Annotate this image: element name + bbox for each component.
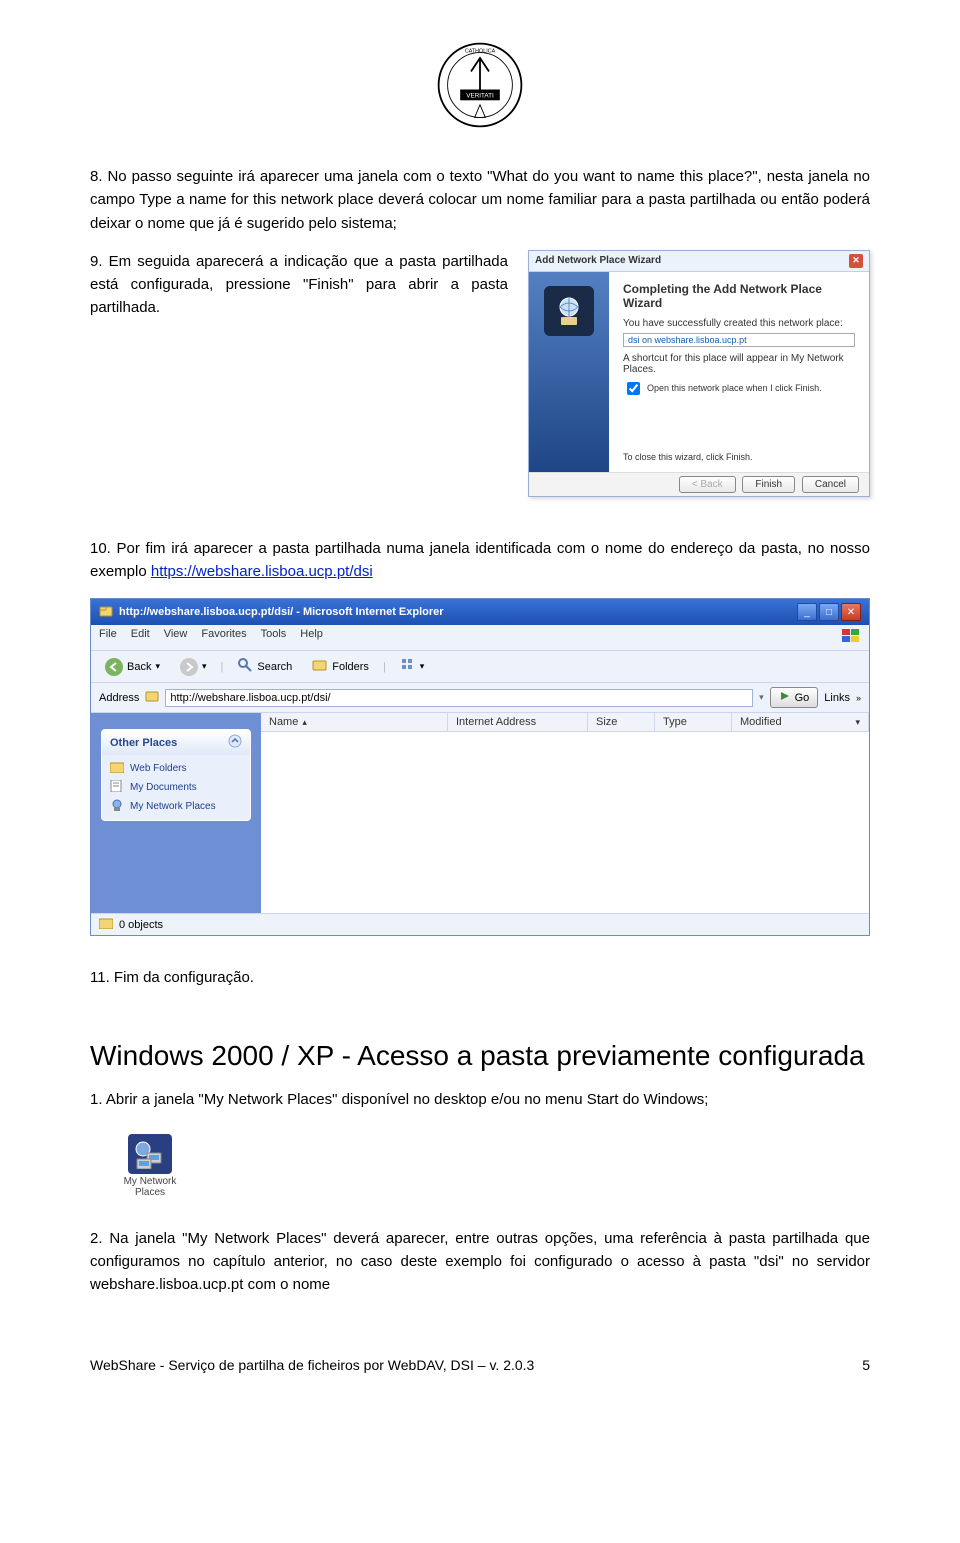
status-text: 0 objects [119, 919, 163, 931]
wizard-sidebar [529, 272, 609, 472]
chevron-down-icon: ▾ [420, 661, 425, 672]
network-places-icon [128, 1134, 172, 1174]
close-icon[interactable]: ✕ [841, 603, 861, 621]
svg-text:VERITATI: VERITATI [466, 93, 494, 100]
menu-view[interactable]: View [164, 628, 188, 647]
step-9-text: 9. Em seguida aparecerá a indicação que … [90, 250, 508, 320]
back-arrow-icon [105, 658, 123, 676]
wizard-heading: Completing the Add Network Place Wizard [623, 282, 855, 310]
step-2b-text: 2. Na janela "My Network Places" deverá … [90, 1227, 870, 1297]
wizard-close-hint: To close this wizard, click Finish. [623, 452, 855, 462]
back-button[interactable]: < Back [679, 476, 736, 493]
cancel-button[interactable]: Cancel [802, 476, 859, 493]
search-button[interactable]: Search [231, 655, 298, 678]
close-icon[interactable]: ✕ [849, 254, 863, 268]
address-input[interactable] [165, 689, 753, 707]
desktop-icon-label: My Network Places [120, 1176, 180, 1198]
finish-button[interactable]: Finish [742, 476, 795, 493]
search-icon [237, 657, 253, 676]
column-headers: Name ▴ Internet Address Size Type Modifi… [261, 713, 869, 732]
menu-tools[interactable]: Tools [261, 628, 287, 647]
col-modified[interactable]: Modified ▾ [732, 713, 869, 731]
expand-icon[interactable]: » [856, 693, 861, 703]
panel-title: Other Places [110, 737, 177, 749]
my-network-places-desktop-icon[interactable]: My Network Places [120, 1134, 180, 1198]
col-size[interactable]: Size [588, 713, 655, 731]
page-number: 5 [862, 1357, 870, 1373]
folder-icon [110, 761, 124, 776]
wizard-titlebar: Add Network Place Wizard [535, 255, 661, 266]
internet-explorer-window: http://webshare.lisboa.ucp.pt/dsi/ - Mic… [90, 598, 870, 936]
header-logo: VERITATI CATHOLICA [90, 40, 870, 135]
step-8-text: 8. No passo seguinte irá aparecer uma ja… [90, 165, 870, 235]
open-when-finish-label: Open this network place when I click Fin… [647, 383, 822, 393]
step-11-text: 11. Fim da configuração. [90, 966, 870, 989]
chevron-down-icon: ▾ [855, 717, 860, 728]
folders-button[interactable]: Folders [306, 655, 375, 678]
wizard-success-text: You have successfully created this netwo… [623, 318, 855, 329]
col-name[interactable]: Name ▴ [261, 713, 448, 731]
wizard-url-field: dsi on webshare.lisboa.ucp.pt [623, 333, 855, 347]
wizard-shortcut-text: A shortcut for this place will appear in… [623, 353, 855, 375]
sidebar-item-web-folders[interactable]: Web Folders [110, 761, 242, 776]
ie-menu-bar: File Edit View Favorites Tools Help [91, 625, 869, 651]
folder-icon [145, 689, 159, 706]
webshare-link[interactable]: https://webshare.lisboa.ucp.pt/dsi [151, 563, 373, 580]
forward-arrow-icon [180, 658, 198, 676]
collapse-icon[interactable] [228, 734, 242, 751]
chevron-down-icon[interactable]: ▾ [759, 692, 764, 703]
menu-favorites[interactable]: Favorites [201, 628, 246, 647]
chevron-down-icon: ▾ [202, 661, 207, 672]
folder-icon [99, 604, 113, 621]
minimize-icon[interactable]: _ [797, 603, 817, 621]
add-network-place-wizard-window: Add Network Place Wizard ✕ Completing th… [528, 250, 870, 497]
col-type[interactable]: Type [655, 713, 732, 731]
globe-network-icon [544, 286, 594, 336]
step-10-text: 10. Por fim irá aparecer a pasta partilh… [90, 537, 870, 584]
views-icon [400, 657, 416, 676]
windows-flag-icon [841, 628, 861, 647]
col-internet-address[interactable]: Internet Address [448, 713, 588, 731]
forward-button[interactable]: ▾ [174, 656, 213, 678]
file-list-empty [261, 732, 869, 913]
go-button[interactable]: Go [770, 687, 819, 708]
other-places-panel: Other Places Web Folders My Documents [101, 729, 251, 821]
chevron-down-icon: ▾ [155, 661, 160, 672]
address-label: Address [99, 692, 139, 704]
sort-asc-icon: ▴ [302, 717, 307, 728]
university-seal-icon: VERITATI CATHOLICA [435, 40, 525, 130]
folders-icon [312, 657, 328, 676]
ie-window-title: http://webshare.lisboa.ucp.pt/dsi/ - Mic… [119, 606, 444, 618]
sidebar-item-my-documents[interactable]: My Documents [110, 780, 242, 795]
step-1b-text: 1. Abrir a janela "My Network Places" di… [90, 1088, 870, 1111]
go-arrow-icon [779, 690, 791, 705]
documents-icon [110, 780, 124, 795]
svg-text:CATHOLICA: CATHOLICA [465, 49, 496, 55]
views-button[interactable]: ▾ [394, 655, 431, 678]
links-label[interactable]: Links [824, 692, 850, 704]
sidebar-item-my-network-places[interactable]: My Network Places [110, 799, 242, 814]
folder-icon [99, 917, 113, 932]
menu-edit[interactable]: Edit [131, 628, 150, 647]
menu-help[interactable]: Help [300, 628, 323, 647]
section-heading: Windows 2000 / XP - Acesso a pasta previ… [90, 1040, 870, 1072]
network-icon [110, 799, 124, 814]
footer-text: WebShare - Serviço de partilha de fichei… [90, 1357, 534, 1373]
open-when-finish-checkbox[interactable] [627, 382, 640, 395]
menu-file[interactable]: File [99, 628, 117, 647]
maximize-icon[interactable]: □ [819, 603, 839, 621]
back-button[interactable]: Back ▾ [99, 656, 166, 678]
